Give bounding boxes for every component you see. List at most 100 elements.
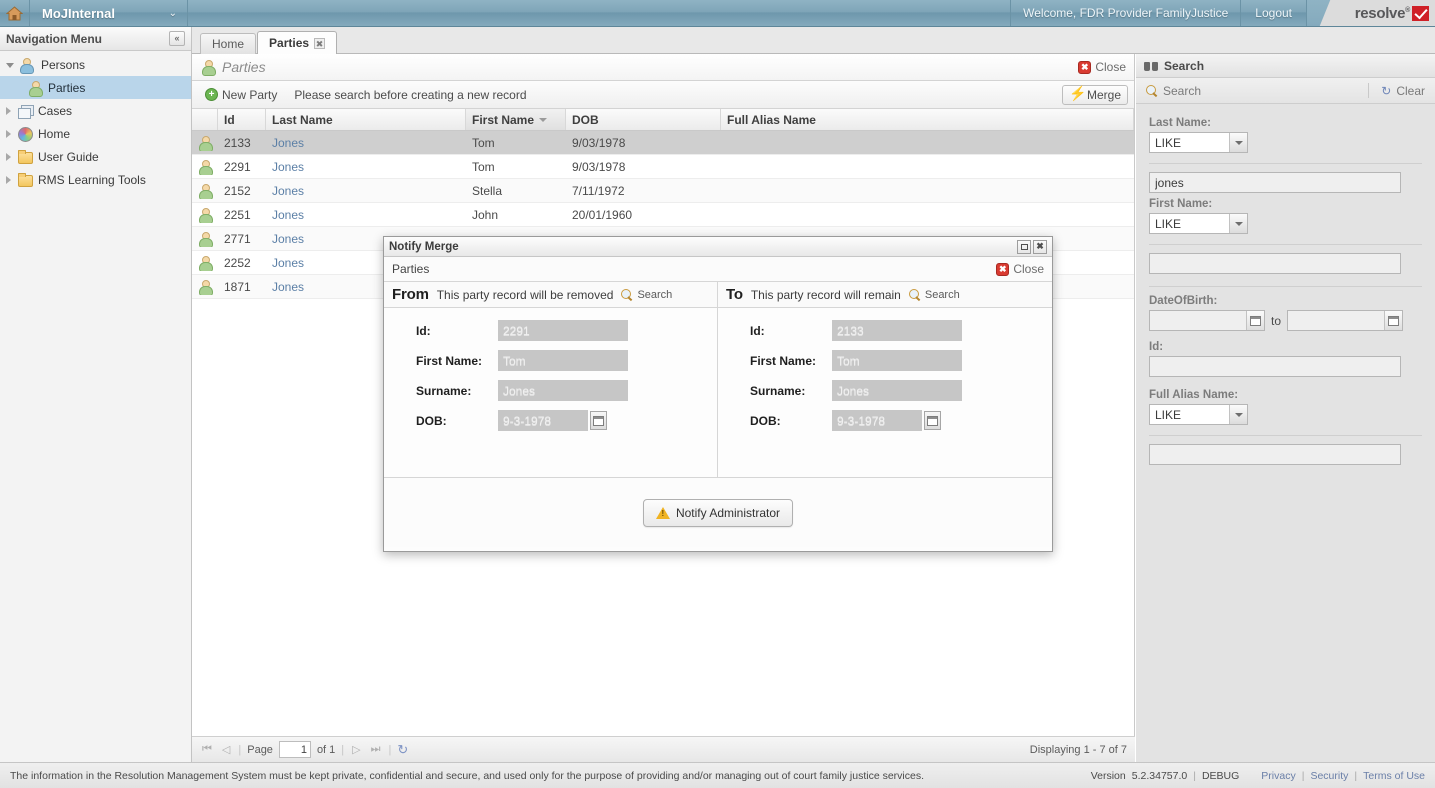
expand-arrow-closed-icon[interactable] [6, 129, 11, 138]
operator-select-first-name[interactable]: LIKE [1149, 213, 1248, 234]
calendar-icon[interactable] [1246, 311, 1264, 330]
logout-button[interactable]: Logout [1240, 0, 1307, 26]
calendar-icon[interactable] [924, 411, 941, 430]
grid-column-last-name[interactable]: Last Name [266, 109, 466, 130]
tab-bar: Home Parties ✖ [192, 27, 1435, 54]
search-submit-button[interactable]: Search [1142, 82, 1205, 100]
field-divider [1149, 286, 1422, 287]
home-button[interactable] [0, 0, 30, 26]
table-row[interactable]: 2291 Jones Tom 9/03/1978 [192, 155, 1134, 179]
from-dob-value: 9-3-1978 [498, 410, 588, 431]
footer-divider: | [1193, 769, 1196, 782]
person-icon [197, 279, 213, 295]
previous-page-button[interactable]: ◁ [220, 743, 232, 756]
table-row[interactable]: 2251 Jones John 20/01/1960 [192, 203, 1134, 227]
expand-arrow-closed-icon[interactable] [6, 106, 11, 115]
to-first-name-value: Tom [832, 350, 962, 371]
security-link[interactable]: Security [1310, 770, 1348, 782]
footer-divider: | [1354, 769, 1358, 782]
app-switcher[interactable]: MoJInternal ⌄ [30, 0, 188, 26]
chevron-down-icon[interactable] [1229, 133, 1247, 152]
environment-badge: DEBUG [1201, 769, 1240, 782]
grid-column-dob[interactable]: DOB [566, 109, 721, 130]
chevron-down-icon[interactable] [1229, 405, 1247, 424]
dialog-close-link[interactable]: ✖ Close [996, 262, 1044, 276]
maximize-button[interactable] [1017, 239, 1031, 254]
cell-last-name[interactable]: Jones [266, 184, 466, 198]
row-icon [192, 255, 218, 271]
dialog-title-bar[interactable]: Notify Merge ✖ [384, 237, 1052, 257]
close-page-button[interactable]: ✖ Close [1078, 60, 1126, 74]
terms-of-use-link[interactable]: Terms of Use [1363, 770, 1425, 782]
id-input[interactable] [1149, 356, 1401, 377]
expand-arrow-open-icon[interactable] [6, 63, 14, 68]
field-divider [1149, 163, 1422, 164]
sidebar-item-user-guide[interactable]: User Guide [0, 145, 191, 168]
chevron-down-icon[interactable] [1229, 214, 1247, 233]
brand-logo: resolve® [1307, 0, 1435, 26]
cell-last-name[interactable]: Jones [266, 136, 466, 150]
folder-icon [17, 172, 33, 188]
expand-arrow-closed-icon[interactable] [6, 175, 11, 184]
merge-label: Merge [1086, 87, 1121, 102]
new-party-label: New Party [222, 87, 278, 102]
tab-home[interactable]: Home [200, 33, 257, 54]
expand-arrow-closed-icon[interactable] [6, 152, 11, 161]
to-field-first-name: First Name: Tom [718, 350, 1052, 371]
dob-to-field[interactable] [1287, 310, 1404, 331]
app-name-label: MoJInternal [42, 5, 115, 21]
dob-from-field[interactable] [1149, 310, 1265, 331]
grid-column-first-name[interactable]: First Name [466, 109, 566, 130]
table-row[interactable]: 2133 Jones Tom 9/03/1978 [192, 131, 1134, 155]
grid-column-id[interactable]: Id [218, 109, 266, 130]
magnifier-icon [1146, 84, 1158, 97]
notify-administrator-button[interactable]: Notify Administrator [642, 498, 794, 527]
sidebar-item-home[interactable]: Home [0, 122, 191, 145]
grid-column-icon[interactable] [192, 109, 218, 130]
tab-close-icon[interactable]: ✖ [314, 37, 326, 49]
tab-parties[interactable]: Parties ✖ [257, 31, 338, 54]
from-search-button[interactable]: Search [621, 288, 672, 301]
merge-columns: From This party record will be removed S… [384, 282, 1052, 477]
brand-text: resolve® [1355, 5, 1429, 22]
footer-divider: | [1301, 769, 1305, 782]
sidebar-item-rms-learning-tools[interactable]: RMS Learning Tools [0, 168, 191, 191]
dialog-subheader: Parties ✖ Close [384, 257, 1052, 282]
cell-last-name[interactable]: Jones [266, 208, 466, 222]
from-field-dob: DOB: 9-3-1978 [384, 410, 717, 431]
close-dialog-button[interactable]: ✖ [1033, 239, 1047, 254]
last-page-button[interactable]: ⏭ [369, 743, 383, 756]
clear-search-button[interactable]: ↻ Clear [1377, 82, 1429, 100]
calendar-icon[interactable] [590, 411, 607, 430]
cell-first-name: Tom [472, 159, 495, 174]
collapse-sidebar-button[interactable]: « [169, 31, 185, 46]
date-of-birth-range: to [1149, 310, 1425, 331]
last-name-input[interactable] [1149, 172, 1401, 193]
merge-button[interactable]: Merge [1061, 84, 1128, 105]
first-page-button[interactable]: ⏮ [200, 743, 214, 756]
calendar-icon[interactable] [1384, 311, 1403, 330]
operator-select-full-alias-name[interactable]: LIKE [1149, 404, 1248, 425]
sidebar-item-cases[interactable]: Cases [0, 99, 191, 122]
first-name-input[interactable] [1149, 253, 1401, 274]
new-party-button[interactable]: + New Party [198, 85, 284, 105]
page-number-input[interactable] [278, 741, 311, 758]
row-icon [192, 183, 218, 199]
operator-select-last-name[interactable]: LIKE [1149, 132, 1248, 153]
cell-last-name[interactable]: Jones [266, 160, 466, 174]
from-description: This party record will be removed [436, 287, 614, 302]
full-alias-name-input[interactable] [1149, 444, 1401, 465]
to-surname-value: Jones [832, 380, 962, 401]
row-icon [192, 135, 218, 151]
privacy-link[interactable]: Privacy [1261, 770, 1295, 782]
grid-column-full-alias-name[interactable]: Full Alias Name [721, 109, 1134, 130]
sidebar-item-persons[interactable]: Persons [0, 53, 191, 76]
to-search-button[interactable]: Search [908, 288, 960, 301]
next-page-button[interactable]: ▷ [350, 743, 362, 756]
table-row[interactable]: 2152 Jones Stella 7/11/1972 [192, 179, 1134, 203]
refresh-icon[interactable]: ↻ [397, 742, 408, 758]
sidebar-item-parties[interactable]: Parties [0, 76, 191, 99]
grid-header-row: Id Last Name First Name DOB Full Alias N… [192, 109, 1134, 131]
from-id-value: 2291 [498, 320, 628, 341]
